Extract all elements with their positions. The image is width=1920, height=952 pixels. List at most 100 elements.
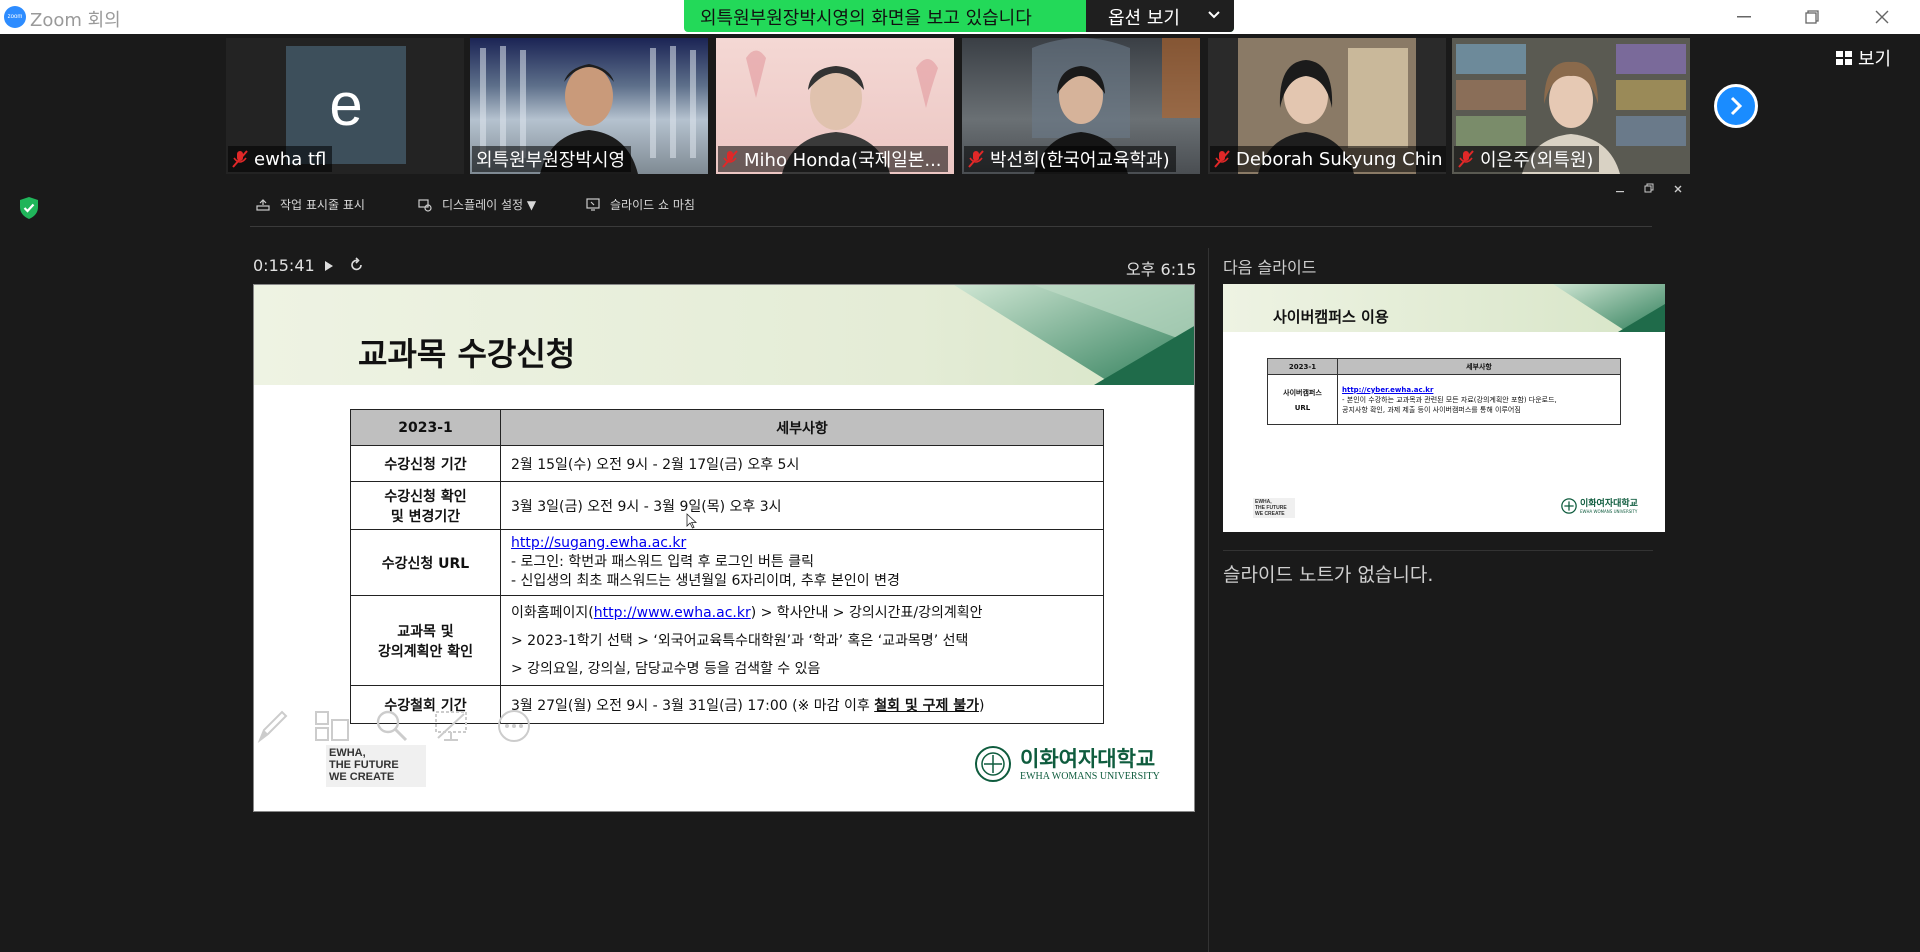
row-line: - 신입생의 최초 패스워드는 생년월일 6자리이며, 추후 본인이 변경	[511, 573, 900, 589]
table-header-row: 2023-1 세부사항	[350, 409, 1104, 446]
show-taskbar-label: 작업 표시줄 표시	[280, 198, 365, 212]
table-row: 수강신청 URL http://sugang.ewha.ac.kr - 로그인:…	[350, 529, 1104, 596]
row-line: 공지사항 확인, 과제 제출 등이 사이버캠퍼스를 통해 이루어짐	[1342, 405, 1521, 414]
row-line: - 본인이 수강하는 교과목과 관련된 모든 자료(강의계획안 포함) 다운로드…	[1342, 395, 1557, 404]
see-all-slides-icon[interactable]	[314, 708, 350, 744]
chevron-right-icon	[1730, 96, 1743, 116]
participant-tile-4[interactable]: 박선희(한국어교육학과)	[962, 38, 1200, 174]
view-button-label: 보기	[1858, 49, 1892, 70]
next-slide-title: 사이버캠퍼스 이용	[1273, 308, 1389, 326]
next-slide-label: 다음 슬라이드	[1223, 258, 1317, 277]
taskbar-icon	[256, 198, 270, 211]
minimize-icon	[1616, 191, 1624, 193]
mouse-cursor-icon	[686, 513, 698, 529]
participant-tile-5[interactable]: Deborah Sukyung Chin	[1208, 38, 1446, 174]
participant-name: Miho Honda(국제일본...	[744, 150, 942, 171]
close-button[interactable]	[1852, 0, 1912, 34]
row-text: )	[978, 697, 985, 714]
row-value: 2월 15일(수) 오전 9시 - 2월 17일(금) 오후 5시	[500, 445, 1104, 482]
slogan-line: EWHA,	[329, 747, 366, 759]
more-options-icon[interactable]	[496, 708, 532, 744]
participant-name-tag: 외특원부원장박시영	[472, 146, 632, 172]
presenter-view: 작업 표시줄 표시 디스플레이 설정 ▼ 슬라이드 쇼 마침 0:15:41 오…	[230, 180, 1682, 952]
view-button[interactable]: 보기	[1836, 44, 1891, 72]
participant-name-tag: ewha tfl	[228, 146, 333, 172]
cyber-campus-table: 2023-1 세부사항 사이버캠퍼스 URL http://cyber.ewha.…	[1267, 358, 1621, 425]
minimize-icon	[1737, 16, 1751, 18]
participant-tile-6[interactable]: 이은주(외특원)	[1452, 38, 1690, 174]
row-value: 3월 3일(금) 오전 9시 - 3월 9일(목) 오후 3시	[500, 481, 1104, 530]
current-time: 오후 6:15	[1126, 260, 1197, 279]
row-label-line: URL	[1294, 403, 1311, 412]
show-taskbar-button[interactable]: 작업 표시줄 표시	[256, 196, 365, 213]
row-label: 수강신청 URL	[350, 529, 501, 596]
table-row: 사이버캠퍼스 URL http://cyber.ewha.ac.kr - 본인이 …	[1267, 374, 1621, 425]
end-slideshow-icon	[586, 197, 600, 211]
row-label: 사이버캠퍼스 URL	[1267, 374, 1338, 425]
ewha-emblem-icon	[975, 746, 1011, 782]
elapsed-timer: 0:15:41	[253, 256, 315, 275]
presenter-minimize-button[interactable]	[1616, 182, 1624, 196]
restore-button[interactable]	[1782, 0, 1842, 34]
end-slideshow-button[interactable]: 슬라이드 쇼 마침	[586, 196, 695, 213]
row-line: > 강의요일, 강의실, 담당교수명 등을 검색할 수 있음	[511, 660, 821, 677]
course-registration-table: 2023-1 세부사항 수강신청 기간 2월 15일(수) 오전 9시 - 2월…	[350, 409, 1104, 724]
muted-mic-icon	[232, 150, 248, 168]
table-row: 교과목 및 강의계획안 확인 이화홈페이지(http://www.ewha.ac.…	[350, 595, 1104, 686]
table-header-cell: 2023-1	[350, 409, 501, 446]
display-settings-label: 디스플레이 설정 ▼	[442, 198, 537, 212]
presenter-restore-button[interactable]	[1644, 182, 1654, 196]
zoom-logo-icon: zoom	[4, 6, 26, 28]
table-header-cell: 세부사항	[500, 409, 1104, 446]
grid-view-icon	[1836, 51, 1852, 65]
participant-tile-1[interactable]: e ewha tfl	[226, 38, 464, 174]
university-name-en: EWHA WOMANS UNIVERSITY	[1580, 508, 1638, 514]
sugang-link[interactable]: http://sugang.ewha.ac.kr	[511, 534, 1103, 553]
participant-name: ewha tfl	[254, 148, 327, 170]
zoom-magnifier-icon[interactable]	[374, 708, 410, 744]
chevron-down-icon	[1208, 11, 1220, 19]
participant-name: Deborah Sukyung Chin	[1236, 148, 1443, 170]
row-text: ) > 학사안내 > 강의시간표/강의계획안	[750, 604, 983, 621]
participant-name: 이은주(외특원)	[1480, 150, 1594, 171]
window-title: Zoom 회의	[30, 10, 121, 31]
row-emphasis: 철회 및 구제 불가	[874, 697, 979, 714]
reset-timer-icon[interactable]	[350, 257, 364, 273]
row-label: 수강철회 기간	[350, 685, 501, 724]
view-options-button[interactable]: 옵션 보기	[1086, 0, 1234, 32]
next-slide-thumbnail[interactable]: 사이버캠퍼스 이용 2023-1 세부사항 사이버캠퍼스 URL http://c…	[1223, 284, 1665, 532]
play-icon[interactable]	[324, 260, 334, 272]
ewha-slogan-logo: EWHA, THE FUTURE WE CREATE	[326, 745, 426, 787]
presenter-close-button[interactable]	[1674, 182, 1682, 196]
pen-icon[interactable]	[254, 708, 290, 744]
participant-tile-3[interactable]: Miho Honda(국제일본...	[716, 38, 954, 174]
table-row: 수강신청 확인 및 변경기간 3월 3일(금) 오전 9시 - 3월 9일(목) …	[350, 481, 1104, 530]
slide-notes: 슬라이드 노트가 없습니다.	[1223, 564, 1434, 586]
row-value: http://cyber.ewha.ac.kr - 본인이 수강하는 교과목과 …	[1337, 374, 1621, 425]
row-label-line: 교과목 및	[397, 623, 454, 640]
row-label-line: 사이버캠퍼스	[1283, 388, 1322, 397]
minimize-button[interactable]	[1714, 0, 1774, 34]
participant-name: 외특원부원장박시영	[476, 150, 626, 171]
participant-tile-2[interactable]: 외특원부원장박시영	[470, 38, 708, 174]
cyber-link: http://cyber.ewha.ac.kr	[1342, 385, 1434, 394]
black-screen-icon[interactable]	[434, 708, 470, 744]
muted-mic-icon	[1214, 150, 1230, 168]
next-participants-button[interactable]	[1714, 84, 1758, 128]
security-shield-icon[interactable]	[18, 196, 40, 224]
display-settings-button[interactable]: 디스플레이 설정 ▼	[418, 196, 536, 213]
participant-name-tag: 이은주(외특원)	[1454, 146, 1600, 172]
row-label-line: 강의계획안 확인	[377, 643, 474, 660]
participant-name: 박선희(한국어교육학과)	[990, 150, 1170, 171]
slogan-line: WE CREATE	[1255, 511, 1285, 517]
table-header-cell: 2023-1	[1267, 358, 1338, 375]
row-label: 교과목 및강의계획안 확인	[350, 595, 501, 686]
ewha-home-link[interactable]: http://www.ewha.ac.kr	[594, 605, 751, 621]
end-slideshow-label: 슬라이드 쇼 마침	[610, 198, 695, 212]
slogan-line: WE CREATE	[329, 771, 395, 783]
slogan-line: THE FUTURE	[329, 759, 399, 771]
participant-name-tag: Deborah Sukyung Chin	[1210, 146, 1446, 172]
presenter-toolbar: 작업 표시줄 표시 디스플레이 설정 ▼ 슬라이드 쇼 마침	[230, 180, 1682, 228]
row-line: > 2023-1학기 선택 > ‘외국어교육특수대학원’과 ‘학과’ 혹은 ‘교…	[511, 632, 969, 649]
table-header-row: 2023-1 세부사항	[1267, 358, 1621, 375]
